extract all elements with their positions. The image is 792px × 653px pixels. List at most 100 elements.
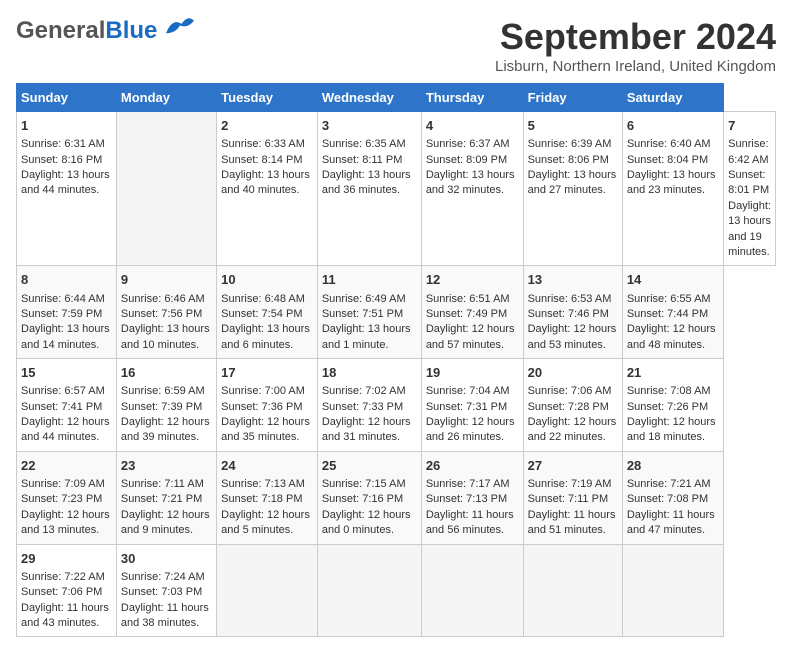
day-info: Sunrise: 6:59 AM Sunset: 7:39 PM Dayligh…: [121, 385, 210, 443]
day-number: 20: [528, 364, 618, 382]
weekday-header-sunday: Sunday: [17, 84, 117, 112]
day-number: 8: [21, 271, 112, 289]
day-number: 6: [627, 117, 719, 135]
day-number: 26: [426, 457, 519, 475]
day-info: Sunrise: 7:22 AM Sunset: 7:06 PM Dayligh…: [21, 571, 109, 629]
day-number: 10: [221, 271, 313, 289]
table-row: [217, 544, 318, 637]
table-row: 5 Sunrise: 6:39 AM Sunset: 8:06 PM Daylig…: [523, 112, 622, 266]
table-row: 19Sunrise: 7:04 AM Sunset: 7:31 PM Dayli…: [421, 359, 523, 452]
weekday-header-friday: Friday: [523, 84, 622, 112]
day-number: 11: [322, 271, 417, 289]
table-row: [421, 544, 523, 637]
day-number: 14: [627, 271, 719, 289]
table-row: 9Sunrise: 6:46 AM Sunset: 7:56 PM Daylig…: [116, 266, 216, 359]
weekday-header-thursday: Thursday: [421, 84, 523, 112]
table-row: 25 Sunrise: 7:15 AM Sunset: 7:16 PM Dayli…: [317, 451, 421, 544]
day-number: 7: [728, 117, 771, 135]
table-row: 30 Sunrise: 7:24 AM Sunset: 7:03 PM Dayli…: [116, 544, 216, 637]
day-info: Sunrise: 7:11 AM Sunset: 7:21 PM Dayligh…: [121, 478, 210, 536]
table-row: 12 Sunrise: 6:51 AM Sunset: 7:49 PM Dayli…: [421, 266, 523, 359]
table-row: 24Sunrise: 7:13 AM Sunset: 7:18 PM Dayli…: [217, 451, 318, 544]
table-row: [317, 544, 421, 637]
table-row: 13 Sunrise: 6:53 AM Sunset: 7:46 PM Dayli…: [523, 266, 622, 359]
table-row: 3Sunrise: 6:35 AM Sunset: 8:11 PM Daylig…: [317, 112, 421, 266]
table-row: 8 Sunrise: 6:44 AM Sunset: 7:59 PM Daylig…: [17, 266, 117, 359]
table-row: 10Sunrise: 6:48 AM Sunset: 7:54 PM Dayli…: [217, 266, 318, 359]
table-row: 26 Sunrise: 7:17 AM Sunset: 7:13 PM Dayli…: [421, 451, 523, 544]
logo-general-text: General: [16, 17, 105, 44]
day-info: Sunrise: 6:39 AM Sunset: 8:06 PM Dayligh…: [528, 138, 617, 196]
day-number: 12: [426, 271, 519, 289]
day-number: 15: [21, 364, 112, 382]
table-row: 22 Sunrise: 7:09 AM Sunset: 7:23 PM Dayli…: [17, 451, 117, 544]
table-row: [523, 544, 622, 637]
day-number: 21: [627, 364, 719, 382]
day-number: 29: [21, 550, 112, 568]
calendar-week-2: 8 Sunrise: 6:44 AM Sunset: 7:59 PM Daylig…: [17, 266, 776, 359]
table-row: 11 Sunrise: 6:49 AM Sunset: 7:51 PM Dayli…: [317, 266, 421, 359]
day-info: Sunrise: 6:55 AM Sunset: 7:44 PM Dayligh…: [627, 293, 716, 351]
table-row: 28 Sunrise: 7:21 AM Sunset: 7:08 PM Dayli…: [622, 451, 723, 544]
table-row: 4 Sunrise: 6:37 AM Sunset: 8:09 PM Daylig…: [421, 112, 523, 266]
day-number: 23: [121, 457, 212, 475]
day-number: 28: [627, 457, 719, 475]
day-number: 22: [21, 457, 112, 475]
weekday-header-saturday: Saturday: [622, 84, 723, 112]
day-info: Sunrise: 6:57 AM Sunset: 7:41 PM Dayligh…: [21, 385, 110, 443]
day-number: 2: [221, 117, 313, 135]
day-info: Sunrise: 6:44 AM Sunset: 7:59 PM Dayligh…: [21, 293, 110, 351]
day-number: 25: [322, 457, 417, 475]
table-row: [116, 112, 216, 266]
day-number: 1: [21, 117, 112, 135]
day-number: 13: [528, 271, 618, 289]
day-info: Sunrise: 7:17 AM Sunset: 7:13 PM Dayligh…: [426, 478, 514, 536]
month-title: September 2024: [495, 16, 776, 58]
day-info: Sunrise: 6:35 AM Sunset: 8:11 PM Dayligh…: [322, 138, 411, 196]
table-row: 1 Sunrise: 6:31 AM Sunset: 8:16 PM Daylig…: [17, 112, 117, 266]
day-info: Sunrise: 7:19 AM Sunset: 7:11 PM Dayligh…: [528, 478, 616, 536]
day-info: Sunrise: 6:53 AM Sunset: 7:46 PM Dayligh…: [528, 293, 617, 351]
table-row: 6 Sunrise: 6:40 AM Sunset: 8:04 PM Daylig…: [622, 112, 723, 266]
day-info: Sunrise: 7:06 AM Sunset: 7:28 PM Dayligh…: [528, 385, 617, 443]
weekday-header-tuesday: Tuesday: [217, 84, 318, 112]
table-row: 2Sunrise: 6:33 AM Sunset: 8:14 PM Daylig…: [217, 112, 318, 266]
table-row: 14 Sunrise: 6:55 AM Sunset: 7:44 PM Dayli…: [622, 266, 723, 359]
day-info: Sunrise: 7:02 AM Sunset: 7:33 PM Dayligh…: [322, 385, 411, 443]
day-info: Sunrise: 7:24 AM Sunset: 7:03 PM Dayligh…: [121, 571, 209, 629]
weekday-header-wednesday: Wednesday: [317, 84, 421, 112]
location-text: Lisburn, Northern Ireland, United Kingdo…: [495, 58, 776, 75]
table-row: 20 Sunrise: 7:06 AM Sunset: 7:28 PM Dayli…: [523, 359, 622, 452]
logo-bird-icon: [166, 16, 194, 38]
day-number: 30: [121, 550, 212, 568]
day-info: Sunrise: 6:40 AM Sunset: 8:04 PM Dayligh…: [627, 138, 716, 196]
day-info: Sunrise: 6:37 AM Sunset: 8:09 PM Dayligh…: [426, 138, 515, 196]
day-info: Sunrise: 7:09 AM Sunset: 7:23 PM Dayligh…: [21, 478, 110, 536]
table-row: 21Sunrise: 7:08 AM Sunset: 7:26 PM Dayli…: [622, 359, 723, 452]
table-row: 23 Sunrise: 7:11 AM Sunset: 7:21 PM Dayli…: [116, 451, 216, 544]
page-header: GeneralBlue September 2024 Lisburn, Nort…: [16, 16, 776, 75]
calendar-week-3: 15 Sunrise: 6:57 AM Sunset: 7:41 PM Dayli…: [17, 359, 776, 452]
day-info: Sunrise: 6:51 AM Sunset: 7:49 PM Dayligh…: [426, 293, 515, 351]
day-number: 5: [528, 117, 618, 135]
table-row: 17Sunrise: 7:00 AM Sunset: 7:36 PM Dayli…: [217, 359, 318, 452]
table-row: [622, 544, 723, 637]
day-info: Sunrise: 7:21 AM Sunset: 7:08 PM Dayligh…: [627, 478, 715, 536]
logo-blue-text: Blue: [105, 17, 157, 44]
day-info: Sunrise: 6:49 AM Sunset: 7:51 PM Dayligh…: [322, 293, 411, 351]
day-number: 19: [426, 364, 519, 382]
day-info: Sunrise: 6:46 AM Sunset: 7:56 PM Dayligh…: [121, 293, 210, 351]
table-row: 16Sunrise: 6:59 AM Sunset: 7:39 PM Dayli…: [116, 359, 216, 452]
day-number: 18: [322, 364, 417, 382]
table-row: 29 Sunrise: 7:22 AM Sunset: 7:06 PM Dayli…: [17, 544, 117, 637]
day-info: Sunrise: 6:31 AM Sunset: 8:16 PM Dayligh…: [21, 138, 110, 196]
title-block: September 2024 Lisburn, Northern Ireland…: [495, 16, 776, 75]
day-info: Sunrise: 7:15 AM Sunset: 7:16 PM Dayligh…: [322, 478, 411, 536]
calendar-week-1: 1 Sunrise: 6:31 AM Sunset: 8:16 PM Daylig…: [17, 112, 776, 266]
day-info: Sunrise: 7:00 AM Sunset: 7:36 PM Dayligh…: [221, 385, 310, 443]
table-row: 18 Sunrise: 7:02 AM Sunset: 7:33 PM Dayli…: [317, 359, 421, 452]
table-row: 15 Sunrise: 6:57 AM Sunset: 7:41 PM Dayli…: [17, 359, 117, 452]
day-number: 4: [426, 117, 519, 135]
day-info: Sunrise: 7:13 AM Sunset: 7:18 PM Dayligh…: [221, 478, 310, 536]
day-number: 27: [528, 457, 618, 475]
